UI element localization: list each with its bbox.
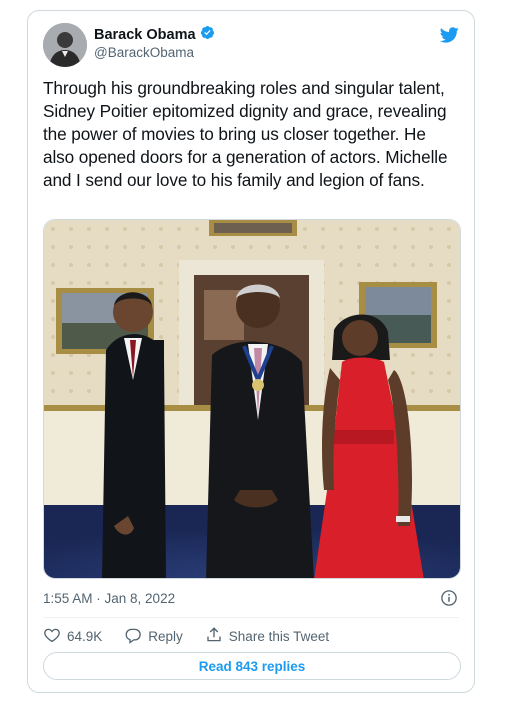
heart-icon: [43, 626, 61, 647]
info-icon[interactable]: [440, 589, 458, 607]
read-replies-button[interactable]: Read 843 replies: [43, 652, 461, 680]
handle[interactable]: @BarackObama: [94, 45, 194, 60]
divider: [43, 617, 459, 618]
like-count: 64.9K: [67, 628, 103, 644]
reply-icon: [124, 626, 142, 647]
tweet-text: Through his groundbreaking roles and sin…: [43, 78, 448, 190]
reply-label: Reply: [148, 628, 183, 644]
verified-badge-icon: [200, 25, 215, 45]
like-button[interactable]: 64.9K: [43, 626, 102, 647]
reply-button[interactable]: Reply: [124, 626, 183, 647]
tweet-card[interactable]: Barack Obama @BarackObama Through his gr…: [27, 10, 475, 693]
tweet-timestamp[interactable]: 1:55 AM · Jan 8, 2022: [43, 591, 175, 606]
twitter-bird-icon[interactable]: [438, 25, 460, 45]
share-label: Share this Tweet: [228, 628, 330, 644]
avatar[interactable]: [43, 23, 87, 67]
share-icon: [205, 626, 223, 647]
tweet-actions: 64.9K Reply Share this Tweet: [43, 625, 351, 647]
display-name[interactable]: Barack Obama: [94, 27, 196, 43]
share-button[interactable]: Share this Tweet: [205, 626, 329, 647]
tweet-photo[interactable]: [43, 219, 461, 579]
